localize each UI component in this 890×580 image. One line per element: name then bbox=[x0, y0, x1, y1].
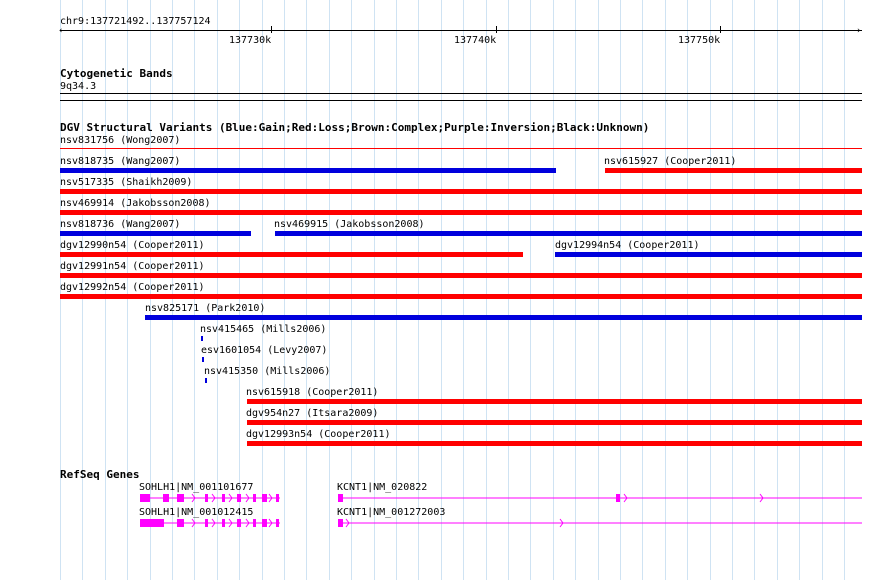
genome-browser-panel: chr9:137721492..137757124 ‹ › 137730k 13… bbox=[0, 0, 890, 580]
gene-model-sohlh1-a bbox=[140, 493, 280, 503]
gene-models[interactable] bbox=[0, 0, 890, 580]
gene-model-kcnt1-a bbox=[338, 493, 862, 503]
gene-model-sohlh1-b bbox=[140, 518, 280, 528]
gene-model-kcnt1-b bbox=[338, 518, 862, 528]
